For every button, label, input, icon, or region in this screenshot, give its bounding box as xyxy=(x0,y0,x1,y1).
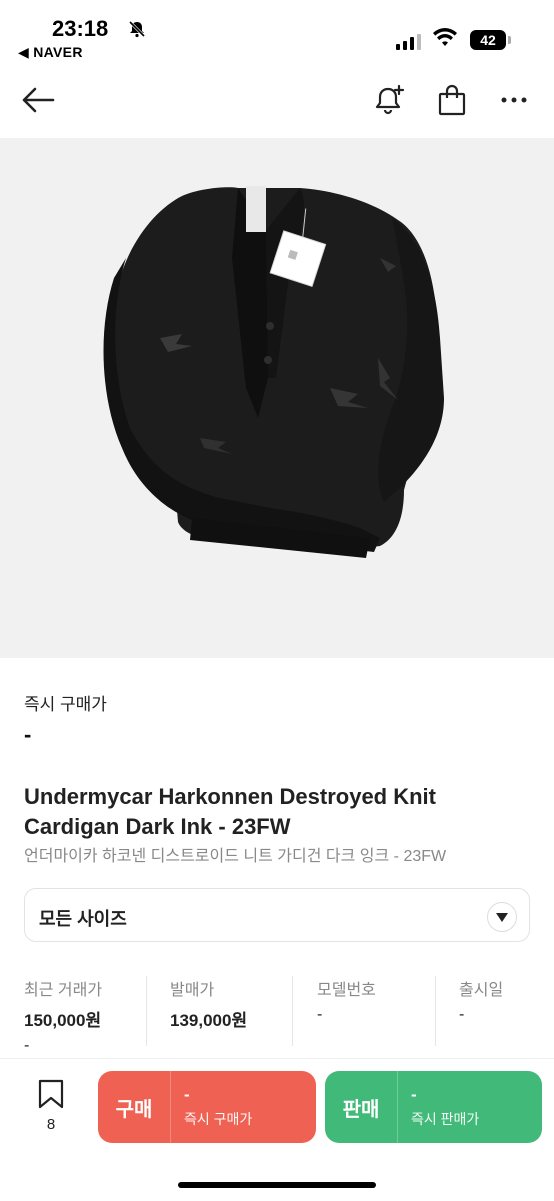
divider xyxy=(146,976,147,1046)
instant-buy-label: 즉시 구매가 xyxy=(24,695,107,714)
stat-change: - xyxy=(24,1037,30,1054)
signal-icon xyxy=(396,34,422,55)
bookmark-count: 8 xyxy=(46,1116,56,1133)
bottom-action-bar: 8 구매 - 즉시 구매가 판매 - 즉시 판매가 xyxy=(0,1058,554,1201)
back-arrow-icon[interactable] xyxy=(16,78,60,122)
buy-label: 구매 xyxy=(98,1071,171,1143)
stat-label: 발매가 xyxy=(170,982,215,999)
wifi-icon xyxy=(432,28,458,53)
bookmark-button[interactable]: 8 xyxy=(34,1079,68,1133)
stat-value: - xyxy=(459,1006,465,1023)
sell-price: - xyxy=(411,1085,417,1104)
bell-plus-icon[interactable] xyxy=(368,78,412,122)
stat-label: 출시일 xyxy=(459,982,504,999)
buy-button[interactable]: 구매 - 즉시 구매가 xyxy=(98,1071,316,1143)
battery-indicator: 42 xyxy=(470,30,511,50)
instant-buy-price: - xyxy=(24,722,32,747)
bookmark-icon xyxy=(38,1079,64,1109)
silent-bell-icon xyxy=(128,20,146,43)
sell-sub-label: 즉시 판매가 xyxy=(411,1111,480,1127)
product-stats: 최근 거래가 150,000원 - 발매가 139,000원 모델번호 - 출시… xyxy=(24,976,530,1054)
cardigan-illustration xyxy=(103,186,444,558)
product-title-en: Undermycar Harkonnen Destroyed Knit Card… xyxy=(24,784,436,839)
status-bar: 23:18 ◀ NAVER 42 xyxy=(0,0,554,70)
product-title-ko: 언더마이카 하코넨 디스트로이드 니트 가디건 다크 잉크 - 23FW xyxy=(24,848,447,865)
stat-release-date: 출시일 - xyxy=(459,976,503,1046)
chevron-down-icon xyxy=(487,902,517,932)
home-indicator[interactable] xyxy=(178,1182,376,1188)
stat-label: 모델번호 xyxy=(317,982,376,999)
stat-value: - xyxy=(317,1006,323,1023)
stat-recent-trade: 최근 거래가 150,000원 - xyxy=(24,976,103,1054)
buy-sub-label: 즉시 구매가 xyxy=(184,1111,253,1127)
size-select-value: 모든 사이즈 xyxy=(39,909,127,929)
divider xyxy=(435,976,436,1046)
back-to-app-link[interactable]: ◀ NAVER xyxy=(18,44,83,61)
stat-release-price: 발매가 139,000원 xyxy=(170,976,247,1046)
status-time: 23:18 xyxy=(52,16,109,41)
top-nav xyxy=(0,70,554,138)
shopping-bag-icon[interactable] xyxy=(430,78,474,122)
buy-price: - xyxy=(184,1085,190,1104)
divider xyxy=(292,976,293,1046)
stat-value: 139,000원 xyxy=(170,1011,248,1030)
sell-label: 판매 xyxy=(325,1071,398,1143)
sell-button[interactable]: 판매 - 즉시 판매가 xyxy=(325,1071,542,1143)
size-select-dropdown[interactable]: 모든 사이즈 xyxy=(24,888,530,942)
product-image[interactable] xyxy=(0,138,554,658)
stat-value: 150,000원 xyxy=(24,1011,102,1030)
stat-model-number: 모델번호 - xyxy=(317,976,376,1046)
more-icon[interactable] xyxy=(492,78,536,122)
stat-label: 최근 거래가 xyxy=(24,982,103,999)
